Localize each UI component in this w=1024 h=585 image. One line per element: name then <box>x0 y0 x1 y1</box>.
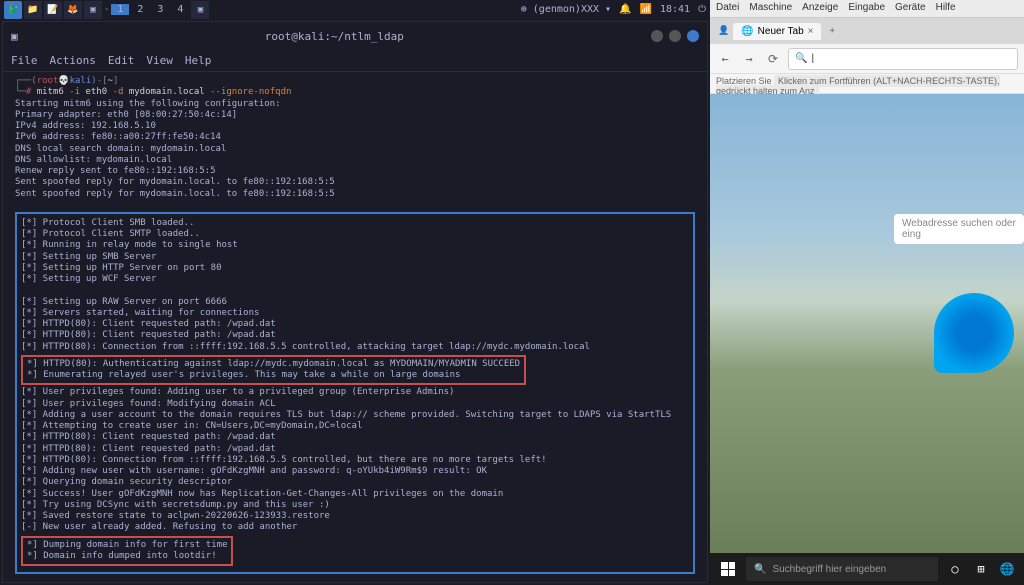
firefox-icon[interactable]: 🦊 <box>64 1 82 19</box>
edge-search-box[interactable]: Webadresse suchen oder eing <box>894 214 1024 244</box>
workspace-1[interactable]: 1 <box>111 4 129 15</box>
windows-logo-icon <box>721 562 735 576</box>
menu-view[interactable]: View <box>146 54 173 67</box>
personal-icon[interactable]: 👤 <box>714 26 733 36</box>
browser-tab-bar: 👤 🌐 Neuer Tab × + <box>710 18 1024 44</box>
tab-close-icon[interactable]: × <box>808 26 814 37</box>
terminal-window: ▣ root@kali:~/ntlm_ldap File Actions Edi… <box>2 21 708 583</box>
refresh-button[interactable]: ⟳ <box>764 50 782 68</box>
vm-menubar: Datei Maschine Anzeige Eingabe Geräte Hi… <box>710 0 1024 18</box>
vm-menu-gerate[interactable]: Geräte <box>895 2 926 15</box>
vm-menu-maschine[interactable]: Maschine <box>749 2 792 15</box>
vm-menu-datei[interactable]: Datei <box>716 2 739 15</box>
task-view-icon[interactable]: ⊞ <box>972 560 990 578</box>
text-editor-icon[interactable]: 📝 <box>44 1 62 19</box>
start-button[interactable] <box>714 555 742 583</box>
window-title: root@kali:~/ntlm_ldap <box>18 30 651 43</box>
windows-search[interactable]: 🔍 Suchbegriff hier eingeben <box>746 557 938 581</box>
network-icon[interactable]: 📶 <box>640 4 652 15</box>
clock[interactable]: 18:41 <box>660 4 690 15</box>
browser-tab[interactable]: 🌐 Neuer Tab × <box>733 23 821 40</box>
back-button[interactable]: ← <box>716 50 734 68</box>
auth-success-highlight: *] HTTPD(80): Authenticating against lda… <box>21 355 526 386</box>
workspace-2[interactable]: 2 <box>131 4 149 15</box>
close-button[interactable] <box>687 30 699 42</box>
menu-edit[interactable]: Edit <box>108 54 135 67</box>
vm-window: Datei Maschine Anzeige Eingabe Geräte Hi… <box>710 0 1024 585</box>
terminal-icon[interactable]: ▣ <box>84 1 102 19</box>
terminal-menubar: File Actions Edit View Help <box>3 50 707 72</box>
tab-favicon: 🌐 <box>741 26 753 37</box>
genmon-widget[interactable]: ⊕ (genmon)XXX ▾ <box>521 4 611 15</box>
workspace-4[interactable]: 4 <box>171 4 189 15</box>
window-titlebar[interactable]: ▣ root@kali:~/ntlm_ldap <box>3 22 707 50</box>
tab-label: Neuer Tab <box>758 26 804 37</box>
search-icon: 🔍 <box>754 564 766 575</box>
terminal-output[interactable]: ┌──(root💀kali)-[~] └─# mitm6 -i eth0 -d … <box>3 72 707 582</box>
minimize-button[interactable] <box>651 30 663 42</box>
url-bar[interactable]: 🔍 | <box>788 48 1018 70</box>
search-icon: 🔍 <box>795 53 807 64</box>
vm-menu-anzeige[interactable]: Anzeige <box>802 2 838 15</box>
menu-actions[interactable]: Actions <box>50 54 96 67</box>
favorites-bar: Platzieren Sie Klicken zum Fortführen (A… <box>710 74 1024 94</box>
dump-highlight: *] Dumping domain info for first time *]… <box>21 536 233 567</box>
relay-output-section: [*] Protocol Client SMB loaded..[*] Prot… <box>15 212 695 574</box>
kali-menu-icon[interactable]: 🐉 <box>4 1 22 19</box>
file-manager-icon[interactable]: 📁 <box>24 1 42 19</box>
window-menu-icon[interactable]: ▣ <box>11 30 18 43</box>
power-icon[interactable]: ⏻ <box>698 4 706 15</box>
edge-logo <box>934 293 1014 373</box>
notification-icon[interactable]: 🔔 <box>619 4 631 15</box>
vm-menu-hilfe[interactable]: Hilfe <box>936 2 956 15</box>
windows-taskbar: 🔍 Suchbegriff hier eingeben ○ ⊞ 🌐 <box>710 553 1024 585</box>
menu-file[interactable]: File <box>11 54 38 67</box>
workspace-3[interactable]: 3 <box>151 4 169 15</box>
kali-taskbar: 🐉 📁 📝 🦊 ▣ ▾ 1 2 3 4 ▣ ⊕ (genmon)XXX ▾ 🔔 … <box>0 0 710 19</box>
edge-taskbar-icon[interactable]: 🌐 <box>998 560 1016 578</box>
vm-menu-eingabe[interactable]: Eingabe <box>848 2 885 15</box>
new-tab-button[interactable]: + <box>821 26 842 36</box>
menu-help[interactable]: Help <box>185 54 212 67</box>
browser-viewport: Webadresse suchen oder eing <box>710 94 1024 553</box>
running-app-icon[interactable]: ▣ <box>191 1 209 19</box>
forward-button[interactable]: → <box>740 50 758 68</box>
cortana-icon[interactable]: ○ <box>946 560 964 578</box>
maximize-button[interactable] <box>669 30 681 42</box>
browser-toolbar: ← → ⟳ 🔍 | <box>710 44 1024 74</box>
